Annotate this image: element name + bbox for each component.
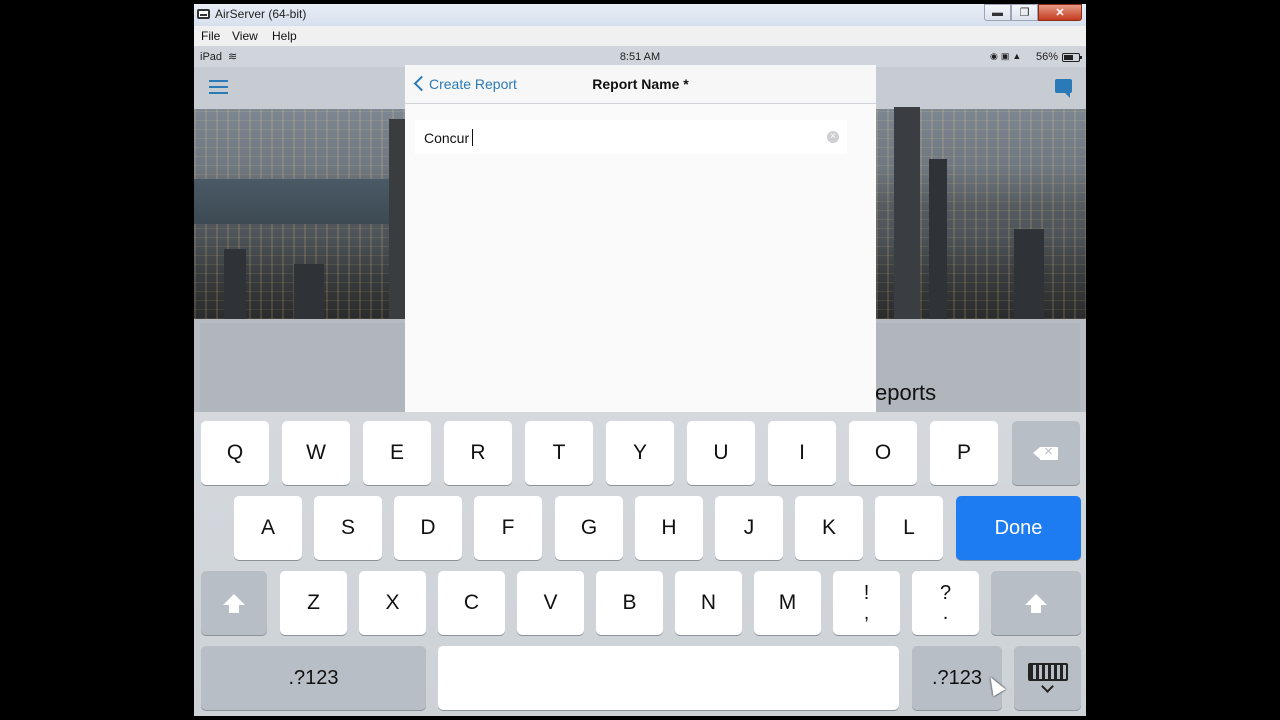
key-z[interactable]: Z xyxy=(280,571,347,635)
key-k[interactable]: K xyxy=(795,496,863,560)
key-h[interactable]: H xyxy=(635,496,703,560)
report-name-modal: Create Report Report Name * Concur × xyxy=(405,65,876,412)
modal-title: Report Name * xyxy=(592,76,689,92)
key-exclaim-comma[interactable]: !, xyxy=(833,571,900,635)
key-x[interactable]: X xyxy=(359,571,426,635)
ios-keyboard: Q W E R T Y U I O P A S D F G H J K L Do… xyxy=(194,412,1086,716)
clear-text-icon[interactable]: × xyxy=(827,131,839,143)
ipad-screen: iPad ≋ 8:51 AM ◉▣▲ 56% eports Create Rep… xyxy=(194,47,1086,716)
key-l[interactable]: L xyxy=(875,496,943,560)
menu-bar: File View Help xyxy=(194,26,1086,47)
dismiss-keyboard-key[interactable] xyxy=(1014,646,1081,710)
menu-view[interactable]: View xyxy=(232,29,258,43)
key-n[interactable]: N xyxy=(675,571,742,635)
key-question-period[interactable]: ?. xyxy=(912,571,979,635)
shift-key-left[interactable] xyxy=(201,571,267,635)
close-button[interactable]: ✕ xyxy=(1038,4,1082,21)
window-title: AirServer (64-bit) xyxy=(215,7,307,21)
modal-nav-bar: Create Report Report Name * xyxy=(405,65,876,104)
ios-status-bar: iPad ≋ 8:51 AM ◉▣▲ 56% xyxy=(194,47,1086,67)
hamburger-menu-icon[interactable] xyxy=(209,80,228,95)
maximize-button[interactable]: ❐ xyxy=(1011,4,1038,21)
key-j[interactable]: J xyxy=(715,496,783,560)
shift-icon xyxy=(223,593,245,613)
backspace-key[interactable] xyxy=(1012,421,1080,485)
report-name-value: Concur xyxy=(424,130,470,146)
key-w[interactable]: W xyxy=(282,421,350,485)
shift-icon-right xyxy=(1025,593,1047,613)
status-icons: ◉▣▲ xyxy=(990,51,1025,61)
title-bar: AirServer (64-bit) ▬ ❐ ✕ xyxy=(194,4,1086,27)
key-e[interactable]: E xyxy=(363,421,431,485)
key-comma-bottom: , xyxy=(863,602,870,624)
battery-percent: 56% xyxy=(1036,51,1059,63)
battery-icon xyxy=(1062,53,1082,62)
key-m[interactable]: M xyxy=(754,571,821,635)
airserver-app-icon xyxy=(197,9,210,19)
shift-key-right[interactable] xyxy=(991,571,1081,635)
keyboard-dismiss-icon xyxy=(1027,659,1068,697)
reports-heading: eports xyxy=(875,380,937,405)
key-b[interactable]: B xyxy=(596,571,663,635)
key-t[interactable]: T xyxy=(525,421,593,485)
numbers-key-left[interactable]: .?123 xyxy=(201,646,426,710)
done-key[interactable]: Done xyxy=(956,496,1081,560)
key-exclaim-top: ! xyxy=(863,582,870,604)
key-v[interactable]: V xyxy=(517,571,584,635)
key-f[interactable]: F xyxy=(474,496,542,560)
key-question-top: ? xyxy=(939,582,952,604)
report-name-input[interactable]: Concur × xyxy=(415,120,847,154)
key-o[interactable]: O xyxy=(849,421,917,485)
key-q[interactable]: Q xyxy=(201,421,269,485)
key-p[interactable]: P xyxy=(930,421,998,485)
key-s[interactable]: S xyxy=(314,496,382,560)
key-g[interactable]: G xyxy=(555,496,623,560)
key-y[interactable]: Y xyxy=(606,421,674,485)
menu-file[interactable]: File xyxy=(201,29,220,43)
key-r[interactable]: R xyxy=(444,421,512,485)
space-key[interactable] xyxy=(438,646,899,710)
menu-help[interactable]: Help xyxy=(272,29,297,43)
key-c[interactable]: C xyxy=(438,571,505,635)
minimize-button[interactable]: ▬ xyxy=(984,4,1011,21)
key-i[interactable]: I xyxy=(768,421,836,485)
chat-icon[interactable] xyxy=(1055,79,1072,98)
text-caret xyxy=(472,129,474,146)
key-u[interactable]: U xyxy=(687,421,755,485)
key-a[interactable]: A xyxy=(234,496,302,560)
backspace-icon xyxy=(1033,443,1058,460)
status-time: 8:51 AM xyxy=(619,51,661,63)
key-period-bottom: . xyxy=(942,602,949,624)
airserver-window: AirServer (64-bit) ▬ ❐ ✕ File View Help … xyxy=(194,4,1086,716)
key-d[interactable]: D xyxy=(394,496,462,560)
